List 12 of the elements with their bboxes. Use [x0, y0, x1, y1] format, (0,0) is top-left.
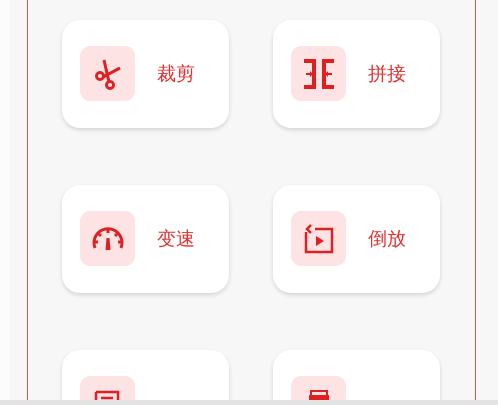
scissors-icon [94, 58, 122, 90]
tool-card[interactable]: 裁剪 [62, 20, 229, 128]
tool-card[interactable]: 变速 [62, 185, 229, 293]
merge-icon [304, 58, 334, 88]
speedometer-icon [90, 226, 124, 252]
tool-label: 拼接 [368, 62, 406, 87]
tool-label: 裁剪 [157, 62, 195, 87]
replay-icon [302, 224, 334, 254]
tool-card[interactable]: 拼接 [273, 20, 440, 128]
tool-label: 倒放 [368, 227, 406, 252]
tool-card[interactable]: 倒放 [273, 185, 440, 293]
tool-label: 变速 [157, 227, 195, 252]
